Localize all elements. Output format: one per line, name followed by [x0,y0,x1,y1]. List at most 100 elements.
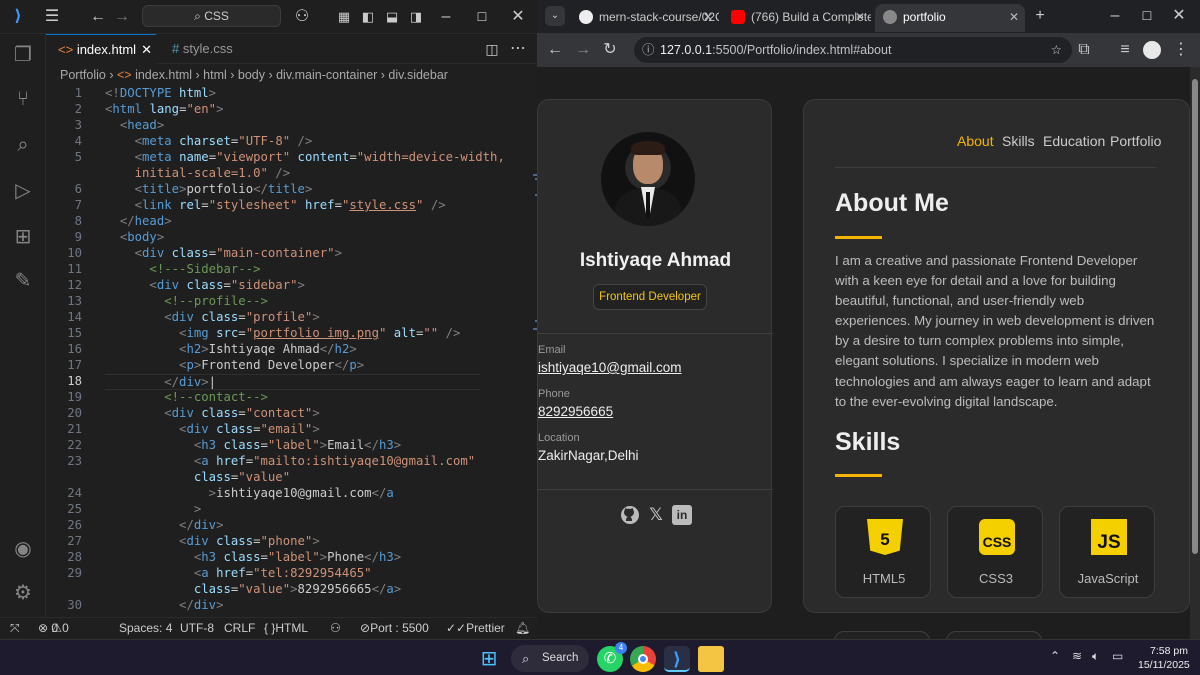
nav-portfolio[interactable]: Portfolio [1110,133,1161,149]
page-scrollbar[interactable] [1190,67,1200,639]
tab-title: mern-stack-course/02C [599,10,719,24]
line-number: 19 [67,390,82,404]
breadcrumb-item[interactable]: div.sidebar [388,68,448,82]
notifications-bell-icon[interactable]: 🔔︎ [515,618,530,639]
code-line: <a href="tel:8292954465" [193,566,372,580]
breadcrumb-item[interactable]: index.html [135,68,192,82]
url-path: :5500/Portfolio/index.html#about [712,43,892,57]
minimize-icon[interactable]: – [1105,6,1125,26]
more-actions-icon[interactable]: ⋯ [508,39,528,59]
search-icon[interactable]: ⌕ [10,132,36,158]
live-server-status[interactable]: ⊘ Port : 5500 [360,618,429,639]
source-control-icon[interactable]: ⑂ [10,86,36,112]
breadcrumb-item[interactable]: html [203,68,227,82]
toggle-secondary-sidebar-icon[interactable]: ◨ [406,7,426,27]
system-clock[interactable]: 7:58 pm 15/11/2025 [1138,644,1190,672]
nav-education[interactable]: Education [1043,133,1105,149]
tab-title: portfolio [903,10,946,24]
media-controls-icon[interactable]: ≡ [1115,40,1135,60]
run-debug-icon[interactable]: ▷ [10,178,36,204]
vscode-window: ⟩ ☰ ← → ⌕ CSS ⚇ ▦ ◧ ⬓ ◨ – ☐ ✕ ❐ ⑂ ⌕ ▷ ⊞ … [0,0,537,639]
minimize-icon[interactable]: – [436,7,456,27]
close-icon[interactable]: ✕ [508,7,528,27]
menu-icon[interactable]: ☰ [42,7,62,27]
x-icon[interactable]: 𝕏 [646,505,666,525]
code-editor[interactable]: 1 2 3 4 5 6 7 8 9 10 11 12 13 14 15 16 1… [46,86,537,617]
maximize-icon[interactable]: ☐ [1137,6,1157,26]
remote-icon[interactable]: ⤧ [10,618,20,639]
browser-tab-strip: ⌄ mern-stack-course/02C ✕ (766) Build a … [537,0,1200,33]
show-hidden-icons-icon[interactable]: ⌃ [1050,649,1060,663]
encoding-status[interactable]: UTF-8 [180,618,214,639]
breadcrumb-item[interactable]: Portfolio [60,68,106,82]
copilot-status-icon[interactable]: ⚇ [330,618,341,639]
taskbar-search[interactable]: ⌕ Search [511,645,589,672]
close-tab-icon[interactable]: ✕ [141,35,152,65]
chrome-icon[interactable] [630,646,656,672]
close-tab-icon[interactable]: ✕ [703,4,713,30]
linkedin-icon[interactable]: in [672,505,692,525]
extensions-icon[interactable]: ⊞ [10,224,36,250]
extensions-puzzle-icon[interactable]: ⧉ [1074,40,1094,60]
github-favicon-icon [579,10,593,24]
bookmark-star-icon[interactable]: ☆ [1051,37,1062,63]
code-line: </div> [179,518,224,532]
toggle-sidebar-icon[interactable]: ◧ [358,7,378,27]
chat-icon[interactable]: ✎ [10,268,36,294]
whatsapp-icon[interactable]: ✆ 4 [597,642,627,672]
settings-gear-icon[interactable]: ⚙ [10,580,36,606]
volume-icon[interactable]: 🔈︎ [1092,649,1099,664]
maximize-icon[interactable]: ☐ [472,7,492,27]
browser-tab-youtube[interactable]: (766) Build a Complete ✕ [723,4,871,32]
vscode-icon[interactable]: ⟩ [664,646,690,672]
account-icon[interactable]: ◉ [10,536,36,562]
battery-icon[interactable]: ▭ [1112,649,1123,663]
address-bar[interactable]: ⓘ 127.0.0.1:5500/Portfolio/index.html#ab… [634,37,1072,63]
problems-indicator[interactable]: ⊗ 0 ⚠ 0 [38,618,69,639]
html-file-icon: <> [116,68,132,82]
copilot-icon[interactable]: ⚇ [292,7,312,27]
back-arrow-icon[interactable]: ← [545,40,565,60]
close-tab-icon[interactable]: ✕ [1009,4,1019,30]
tab-style-css[interactable]: # style.css [160,34,250,64]
new-tab-icon[interactable]: + [1030,6,1050,26]
wifi-icon[interactable]: ≋ [1072,649,1082,663]
breadcrumb-item[interactable]: div.main-container [276,68,377,82]
profile-avatar[interactable] [1143,41,1161,59]
eol-status[interactable]: CRLF [224,618,255,639]
browser-tab-github[interactable]: mern-stack-course/02C ✕ [571,4,719,32]
breadcrumb-item[interactable]: body [238,68,265,82]
clock-time: 7:58 pm [1150,645,1188,657]
github-icon[interactable] [620,505,640,525]
chrome-menu-icon[interactable]: ⋮ [1171,40,1191,60]
email-link[interactable]: ishtiyaqe10@gmail.com [538,360,682,375]
line-number: 22 [67,438,82,452]
phone-link[interactable]: 8292956665 [538,404,613,419]
windows-start-icon[interactable]: ⊞ [476,646,502,672]
toggle-panel-icon[interactable]: ⬓ [382,7,402,27]
tab-search-icon[interactable]: ⌄ [545,6,565,26]
layout-icon[interactable]: ▦ [334,7,354,27]
reload-icon[interactable]: ↻ [600,40,620,60]
prettier-status[interactable]: ✓✓ Prettier [446,618,505,639]
nav-about[interactable]: About [957,133,994,149]
site-info-icon[interactable]: ⓘ [642,37,655,63]
tab-index-html[interactable]: <> index.html ✕ [46,34,156,64]
split-editor-icon[interactable]: ◫ [482,39,502,59]
language-status[interactable]: { } HTML [264,618,308,639]
forward-arrow-icon[interactable]: → [573,40,593,60]
close-icon[interactable]: ✕ [1169,6,1189,26]
file-explorer-icon[interactable] [698,646,724,672]
skill-card-javascript: JS JavaScript [1059,506,1155,598]
indentation-status[interactable]: Spaces: 4 [119,618,172,639]
close-tab-icon[interactable]: ✕ [855,4,865,30]
command-search-input[interactable]: ⌕ CSS [142,5,281,27]
breadcrumb: Portfolio › <> index.html › html › body … [60,68,448,82]
nav-skills[interactable]: Skills [1002,133,1035,149]
browser-tab-portfolio[interactable]: portfolio ✕ [875,4,1025,32]
line-number: 30 [67,598,82,612]
scrollbar-thumb[interactable] [1192,79,1198,554]
explorer-icon[interactable]: ❐ [10,42,36,68]
forward-arrow-icon[interactable]: → [112,7,132,27]
back-arrow-icon[interactable]: ← [88,7,108,27]
